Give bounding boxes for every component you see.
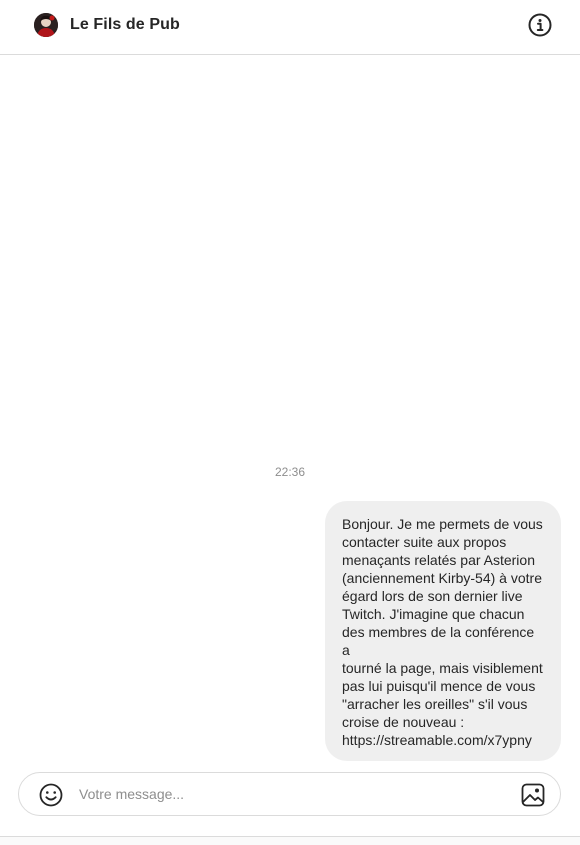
user-avatar[interactable] [34, 13, 58, 37]
message-input[interactable] [79, 779, 499, 809]
message-timestamp: 22:36 [274, 465, 306, 479]
conversation-title[interactable]: Le Fils de Pub [70, 16, 180, 34]
bottom-divider [0, 836, 580, 845]
image-icon[interactable] [520, 782, 546, 808]
outgoing-message-bubble[interactable]: Bonjour. Je me permets de vous contacter… [325, 501, 561, 761]
emoji-icon[interactable] [38, 782, 64, 808]
message-thread[interactable]: 22:36 Bonjour. Je me permets de vous con… [0, 56, 580, 761]
info-icon[interactable] [528, 13, 552, 37]
conversation-header: Le Fils de Pub [0, 0, 580, 55]
avatar-image [34, 13, 58, 37]
message-composer [18, 772, 561, 816]
